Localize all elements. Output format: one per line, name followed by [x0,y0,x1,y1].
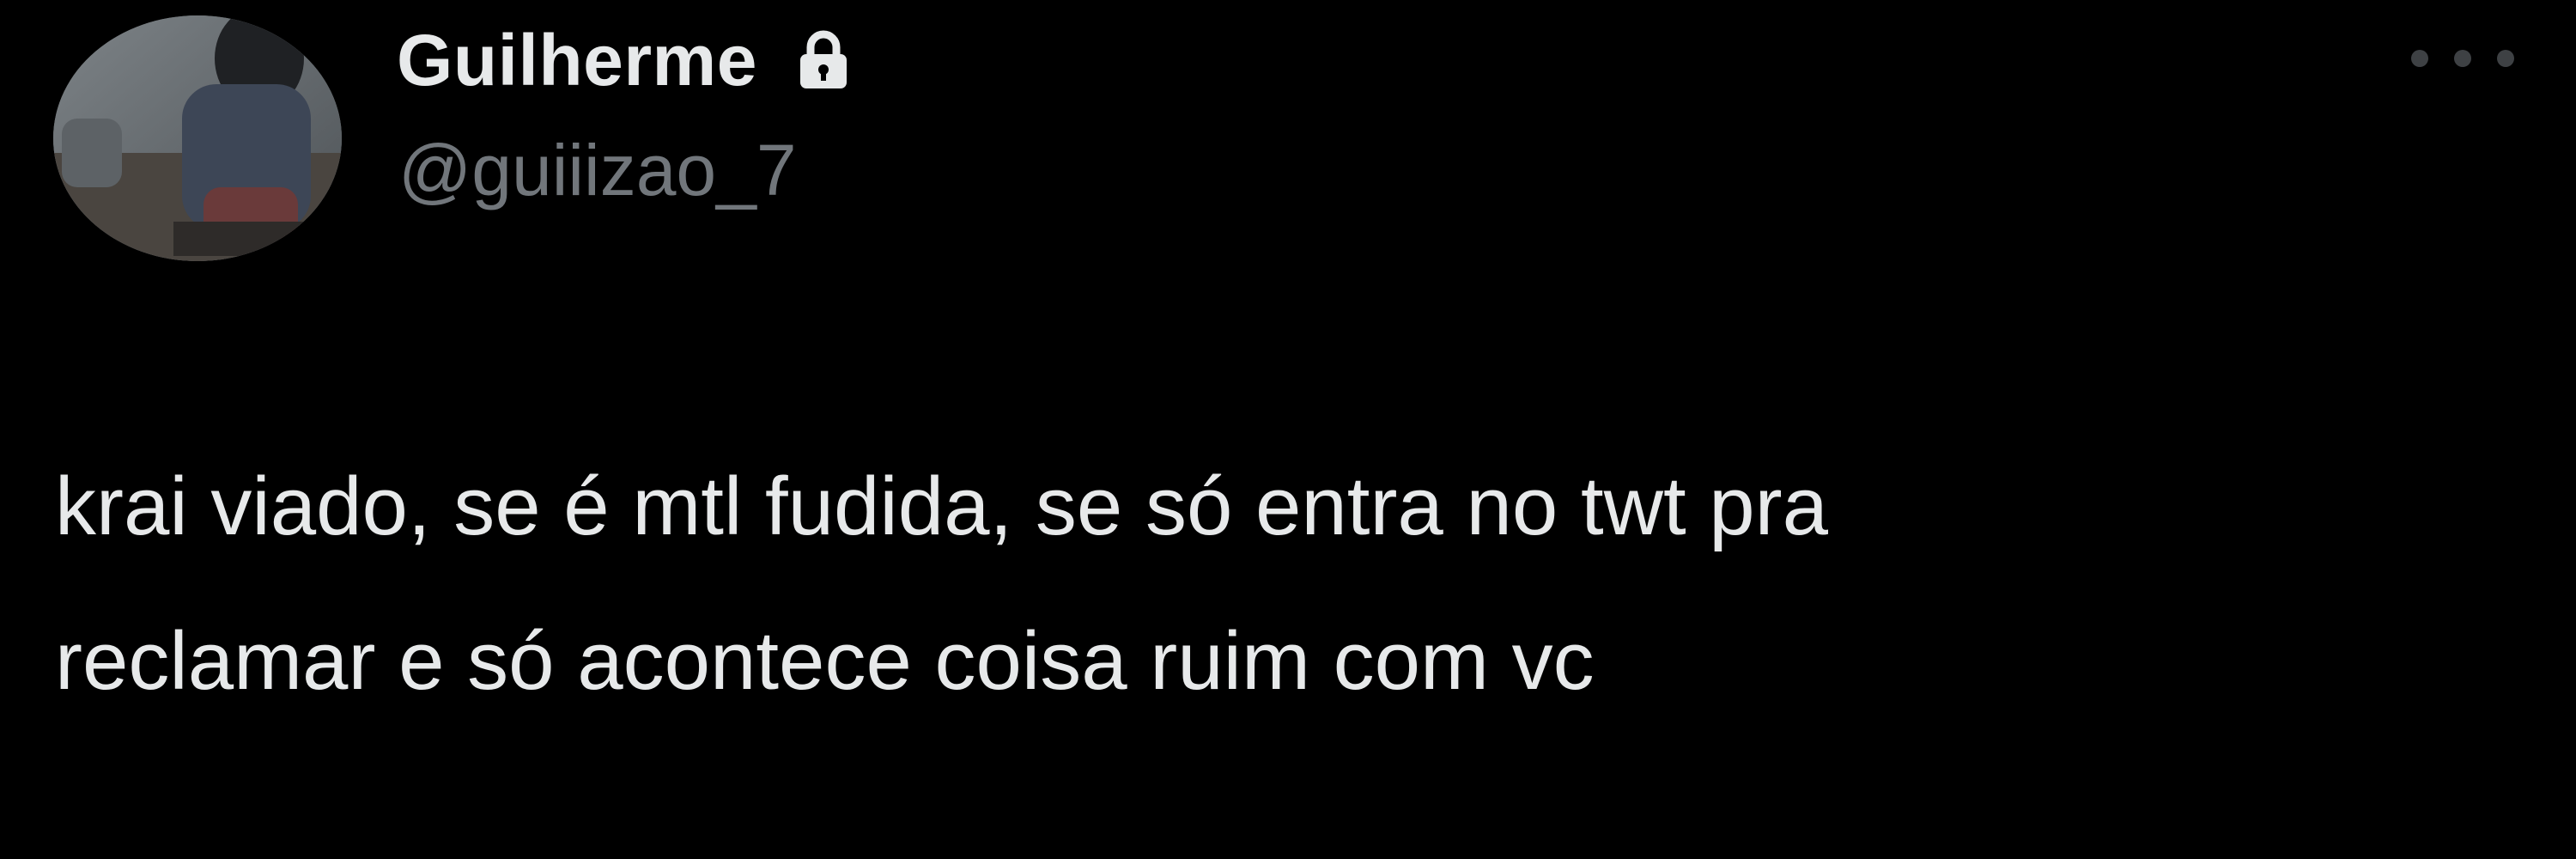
avatar[interactable] [53,15,342,261]
more-horizontal-icon [2411,50,2428,67]
more-horizontal-icon [2454,50,2471,67]
lock-icon [792,28,855,92]
display-name[interactable]: Guilherme [397,19,757,102]
avatar-photo [53,15,342,261]
more-horizontal-icon [2497,50,2514,67]
tweet-text-line: reclamar e só acontece coisa ruim com vc [55,615,1595,707]
more-options-button[interactable] [2411,38,2514,79]
tweet-text: krai viado, se é mtl fudida, se só entra… [55,430,2528,739]
tweet-card: Guilherme @guiiizao_7 krai viado, se é m… [0,0,2576,859]
author-name-row: Guilherme [397,19,855,101]
tweet-text-line: krai viado, se é mtl fudida, se só entra… [55,460,1829,552]
author-handle[interactable]: @guiiizao_7 [398,129,797,212]
